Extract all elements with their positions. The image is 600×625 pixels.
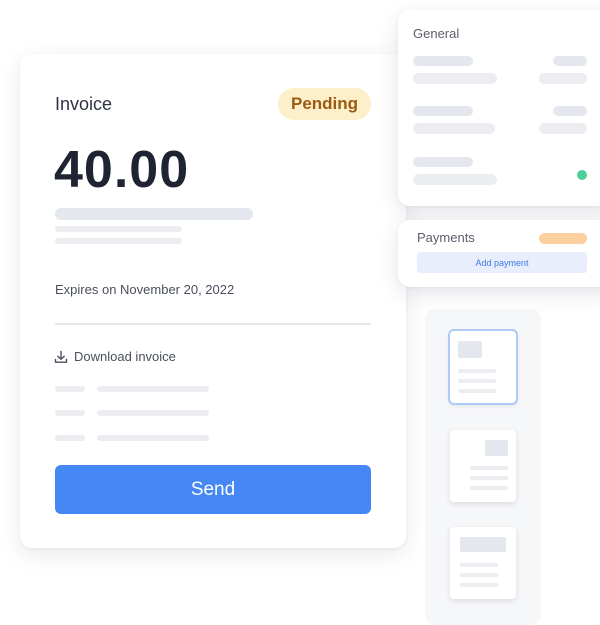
placeholder-line: [55, 226, 182, 232]
placeholder-line: [539, 73, 587, 84]
placeholder-line: [55, 435, 85, 441]
placeholder-line: [413, 157, 473, 167]
placeholder-line: [97, 386, 209, 392]
status-badge: Pending: [278, 88, 372, 120]
thumb-block: [485, 440, 508, 456]
thumb-line: [460, 583, 498, 587]
payments-title: Payments: [417, 230, 475, 245]
thumb-block: [458, 341, 482, 358]
placeholder-line: [539, 123, 587, 134]
thumb-line: [470, 486, 508, 490]
page-thumbnail-panel: [425, 309, 541, 625]
placeholder-line: [55, 386, 85, 392]
placeholder-line: [553, 56, 587, 66]
thumb-line: [470, 476, 508, 480]
payments-card: Payments Add payment: [398, 220, 600, 287]
expiry-date: Expires on November 20, 2022: [55, 282, 235, 297]
placeholder-line: [413, 123, 495, 134]
invoice-amount: 40.00: [54, 141, 190, 199]
page-thumbnail[interactable]: [450, 430, 516, 502]
placeholder-line: [413, 106, 473, 116]
placeholder-line: [413, 73, 497, 84]
status-dot: [577, 170, 587, 180]
page-thumbnail[interactable]: [450, 527, 516, 599]
thumb-line: [458, 379, 496, 383]
thumb-line: [458, 389, 496, 393]
thumb-line: [458, 369, 496, 373]
general-card: General: [398, 10, 600, 206]
page-thumbnail[interactable]: [450, 331, 516, 403]
payments-status-badge: [539, 233, 587, 244]
divider: [55, 323, 371, 325]
thumb-line: [460, 563, 498, 567]
placeholder-line: [55, 208, 253, 220]
placeholder-line: [55, 410, 85, 416]
placeholder-line: [97, 435, 209, 441]
placeholder-line: [97, 410, 209, 416]
thumb-line: [470, 466, 508, 470]
add-payment-button[interactable]: Add payment: [417, 252, 587, 273]
thumb-line: [460, 573, 498, 577]
invoice-card: Invoice Pending 40.00 Expires on Novembe…: [20, 54, 406, 548]
download-invoice-label: Download invoice: [74, 349, 176, 364]
placeholder-line: [553, 106, 587, 116]
download-icon: [54, 350, 68, 364]
send-button[interactable]: Send: [55, 465, 371, 514]
placeholder-line: [413, 174, 497, 185]
thumb-block: [460, 537, 506, 552]
placeholder-line: [413, 56, 473, 66]
placeholder-line: [55, 238, 182, 244]
invoice-title: Invoice: [55, 94, 113, 114]
download-invoice-link[interactable]: Download invoice: [54, 349, 176, 364]
general-title: General: [413, 26, 460, 41]
